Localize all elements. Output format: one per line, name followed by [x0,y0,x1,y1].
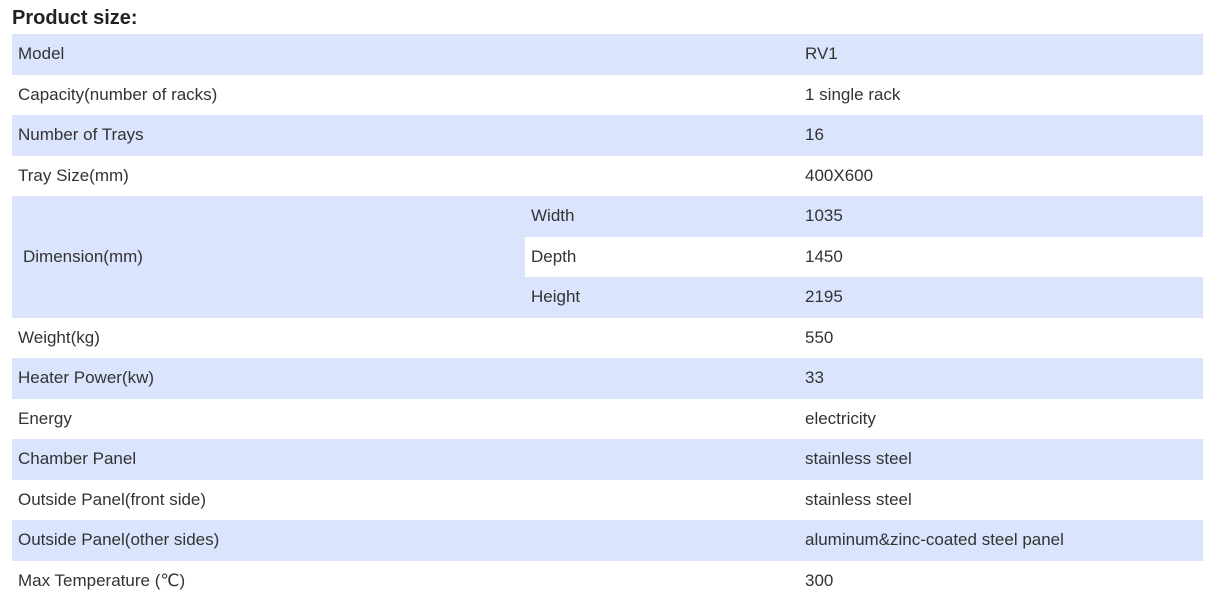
row-label: Heater Power(kw) [12,358,799,399]
table-row: Weight(kg) 550 [12,317,1203,358]
dimension-sub-value: 1035 [799,196,1203,237]
table-row: Capacity(number of racks) 1 single rack [12,74,1203,115]
table-row: Outside Panel(front side) stainless stee… [12,479,1203,520]
row-value: aluminum&zinc-coated steel panel [799,520,1203,561]
row-value: 300 [799,560,1203,601]
page-title: Product size: [12,7,138,29]
dimension-label: Dimension(mm) [12,196,525,318]
table-row: Model RV1 [12,34,1203,75]
row-value: 550 [799,317,1203,358]
row-value: 1 single rack [799,74,1203,115]
row-value: stainless steel [799,479,1203,520]
row-value: 33 [799,358,1203,399]
table-row: Chamber Panel stainless steel [12,439,1203,480]
row-label: Number of Trays [12,115,799,156]
table-row: Tray Size(mm) 400X600 [12,155,1203,196]
dimension-sub-label: Width [525,196,799,237]
table-row: Number of Trays 16 [12,115,1203,156]
row-value: 400X600 [799,155,1203,196]
dimension-sub-value: 2195 [799,277,1203,318]
row-label: Tray Size(mm) [12,155,799,196]
table-row: Energy electricity [12,398,1203,439]
row-value: RV1 [799,34,1203,75]
row-label: Energy [12,398,799,439]
dimension-sub-label: Depth [525,236,799,277]
table-row: Max Temperature (℃) 300 [12,560,1203,601]
row-label: Weight(kg) [12,317,799,358]
row-label: Outside Panel(front side) [12,479,799,520]
row-value: stainless steel [799,439,1203,480]
dimension-sub-value: 1450 [799,236,1203,277]
row-value: electricity [799,398,1203,439]
table-row: Outside Panel(other sides) aluminum&zinc… [12,520,1203,561]
row-label: Chamber Panel [12,439,799,480]
table-row: Dimension(mm) Width 1035 [12,196,1203,318]
product-size-table: Model RV1 Capacity(number of racks) 1 si… [12,34,1203,601]
row-label: Capacity(number of racks) [12,74,799,115]
row-label: Outside Panel(other sides) [12,520,799,561]
row-value: 16 [799,115,1203,156]
row-label: Max Temperature (℃) [12,560,799,601]
row-label: Model [12,34,799,75]
table-row: Heater Power(kw) 33 [12,358,1203,399]
dimension-sub-label: Height [525,277,799,318]
